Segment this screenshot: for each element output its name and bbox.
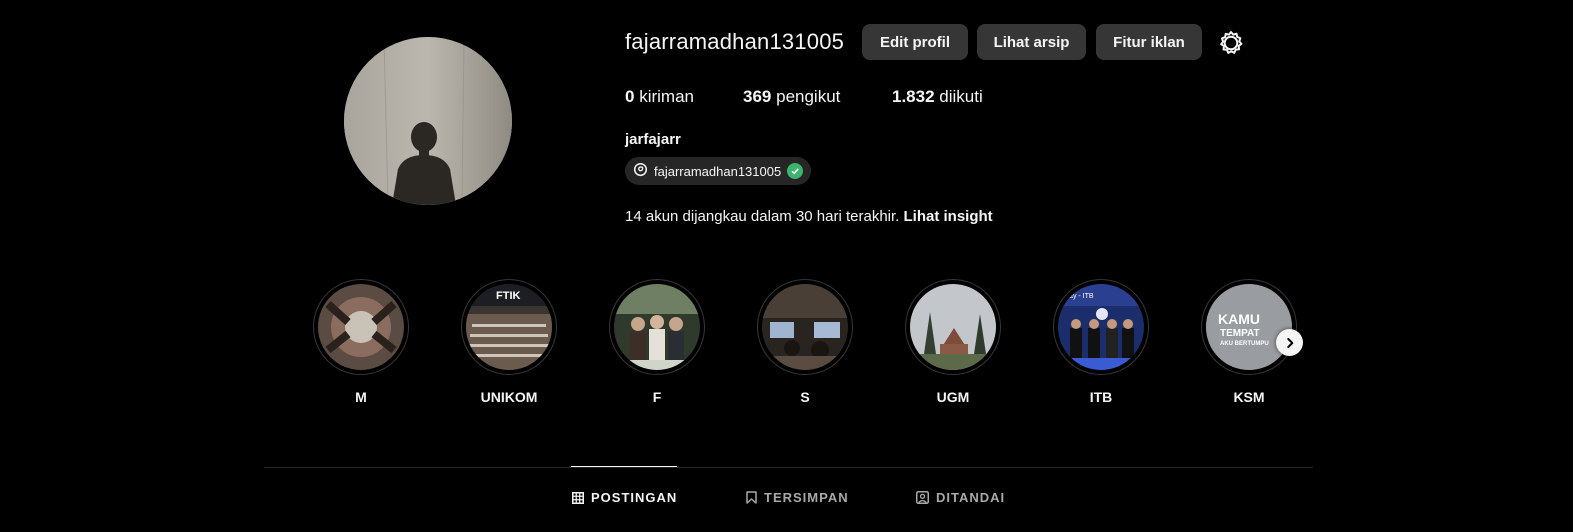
tabs-divider [264,467,1313,468]
following-label: diikuti [939,87,983,106]
threads-icon [633,162,648,180]
highlight-f[interactable]: F [609,279,705,405]
following-count: 1.832 [892,87,935,106]
highlight-cover: KAMU TEMPAT AKU BERTUMPU [1206,284,1292,370]
tab-posts-label: POSTINGAN [591,490,678,505]
highlight-ring: Day - ITB [1053,279,1149,375]
gear-icon[interactable] [1216,28,1246,58]
highlight-cover [318,284,404,370]
highlight-itb[interactable]: Day - ITB ITB [1053,279,1149,405]
highlight-cover: Day - ITB [1058,284,1144,370]
followers-stat[interactable]: 369 pengikut [743,87,840,107]
avatar-photo [344,37,512,205]
tab-posts[interactable]: POSTINGAN [572,490,677,505]
highlight-m[interactable]: M [313,279,409,405]
profile-avatar[interactable] [344,37,512,205]
tab-saved[interactable]: TERSIMPAN [746,490,849,505]
highlight-cover: FTIK [466,284,552,370]
edit-profile-button[interactable]: Edit profil [862,24,968,60]
active-tab-indicator [571,466,677,467]
highlight-ring [905,279,1001,375]
highlight-cover [614,284,700,370]
verified-check-icon [787,163,804,179]
chevron-right-icon [1286,337,1293,348]
followers-count: 369 [743,87,772,106]
grid-icon [572,491,584,504]
tab-saved-label: TERSIMPAN [764,490,849,505]
profile-username: fajarramadhan131005 [625,29,845,54]
posts-count: 0 [625,87,635,106]
insight-text: 14 akun dijangkau dalam 30 hari terakhir… [625,208,900,225]
highlight-ring [609,279,705,375]
ksm-text-line1: KAMU [1218,311,1260,327]
ksm-text-line2: TEMPAT [1220,328,1260,339]
highlight-ring: FTIK [461,279,557,375]
view-insight-link[interactable]: Lihat insight [904,208,993,225]
bookmark-icon [746,491,757,504]
unikom-banner-text: FTIK [496,290,520,302]
threads-handle: fajarramadhan131005 [654,163,782,179]
highlight-ring [757,279,853,375]
highlight-s[interactable]: S [757,279,853,405]
followers-label: pengikut [776,87,841,106]
ad-tools-button[interactable]: Fitur iklan [1096,24,1202,60]
tagged-user-icon [916,491,929,504]
highlight-ugm[interactable]: UGM [905,279,1001,405]
highlight-label: ITB [1089,389,1113,405]
highlight-label: UNIKOM [480,389,538,405]
highlight-cover [910,284,996,370]
highlight-unikom[interactable]: FTIK UNIKOM [461,279,557,405]
view-archive-button[interactable]: Lihat arsip [977,24,1086,60]
highlight-ring: KAMU TEMPAT AKU BERTUMPU [1201,279,1297,375]
highlight-ring [313,279,409,375]
itb-banner-text: Day - ITB [1064,293,1094,300]
highlight-label: F [652,389,662,405]
highlights-next-button[interactable] [1276,329,1303,356]
highlight-label: KSM [1233,389,1265,405]
ksm-text-line3: AKU BERTUMPU [1220,341,1269,347]
tab-tagged-label: DITANDAI [936,490,1006,505]
posts-stat: 0 kiriman [625,87,694,107]
tab-tagged[interactable]: DITANDAI [916,490,1005,505]
profile-full-name: jarfajarr [625,131,681,148]
highlight-label: UGM [936,389,970,405]
insight-summary: 14 akun dijangkau dalam 30 hari terakhir… [625,208,993,225]
threads-link-chip[interactable]: fajarramadhan131005 [625,157,812,185]
posts-label: kiriman [639,87,694,106]
highlight-label: M [355,389,367,405]
following-stat[interactable]: 1.832 diikuti [892,87,983,107]
highlight-cover [762,284,848,370]
highlight-label: S [800,389,810,405]
